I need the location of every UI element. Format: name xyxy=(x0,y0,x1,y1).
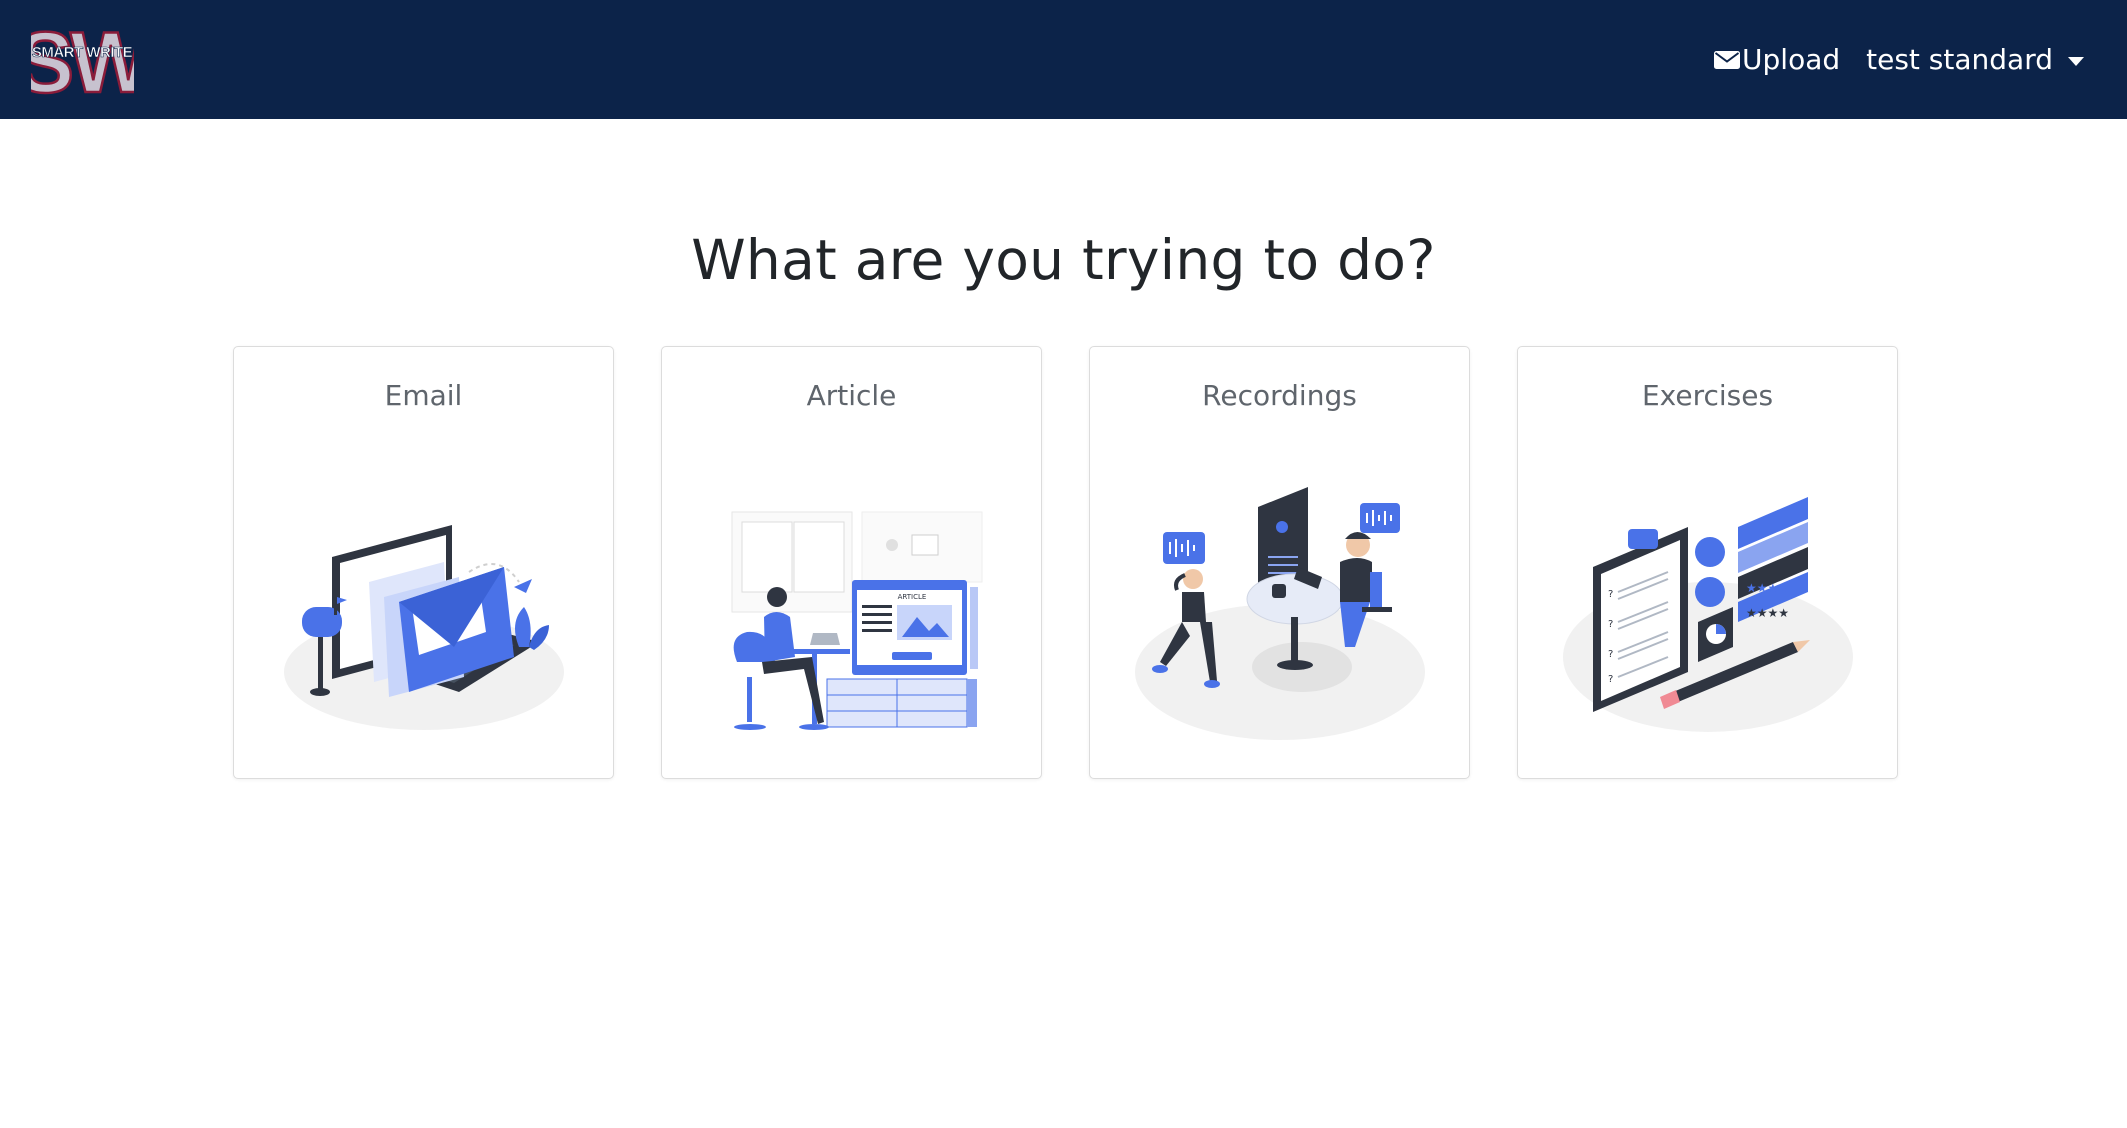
option-card-label: Article xyxy=(806,379,897,412)
svg-text:?: ? xyxy=(1608,649,1613,660)
option-card-recordings[interactable]: Recordings xyxy=(1089,346,1470,779)
svg-text:SMART WRITE: SMART WRITE xyxy=(32,44,133,61)
navbar-right: Upload test standard xyxy=(1714,0,2084,119)
top-navbar: SW SMART WRITE Upload test standard xyxy=(0,0,2127,119)
article-illustration-icon: ARTICLE xyxy=(731,511,983,730)
svg-text:?: ? xyxy=(1608,619,1613,630)
option-card-email[interactable]: Email @ xyxy=(233,346,614,779)
svg-text:?: ? xyxy=(1608,589,1613,600)
upload-link[interactable]: Upload xyxy=(1714,43,1840,76)
svg-text:?: ? xyxy=(1608,674,1613,685)
page-title: What are you trying to do? xyxy=(691,228,1436,292)
option-card-label: Email xyxy=(384,379,463,412)
svg-text:ARTICLE: ARTICLE xyxy=(898,593,927,601)
user-menu-dropdown[interactable]: test standard xyxy=(1866,43,2084,76)
svg-text:★★★★: ★★★★ xyxy=(1746,581,1789,595)
option-card-label: Exercises xyxy=(1641,379,1774,412)
svg-text:★★★★: ★★★★ xyxy=(1746,606,1789,620)
option-card-article[interactable]: Article ARTICLE xyxy=(661,346,1042,779)
upload-label: Upload xyxy=(1742,43,1841,76)
option-card-exercises[interactable]: Exercises ???? ★★★★ ★★★★ xyxy=(1517,346,1898,779)
user-name: test standard xyxy=(1866,43,2053,76)
email-illustration-icon: @ xyxy=(284,525,564,730)
smart-write-logo[interactable]: SW SMART WRITE xyxy=(15,14,157,113)
exercises-illustration-icon: ???? ★★★★ ★★★★ xyxy=(1563,497,1853,732)
option-card-label: Recordings xyxy=(1202,379,1357,412)
recordings-illustration-icon xyxy=(1135,487,1425,740)
envelope-icon xyxy=(1714,50,1741,69)
chevron-down-icon xyxy=(2068,56,2084,66)
